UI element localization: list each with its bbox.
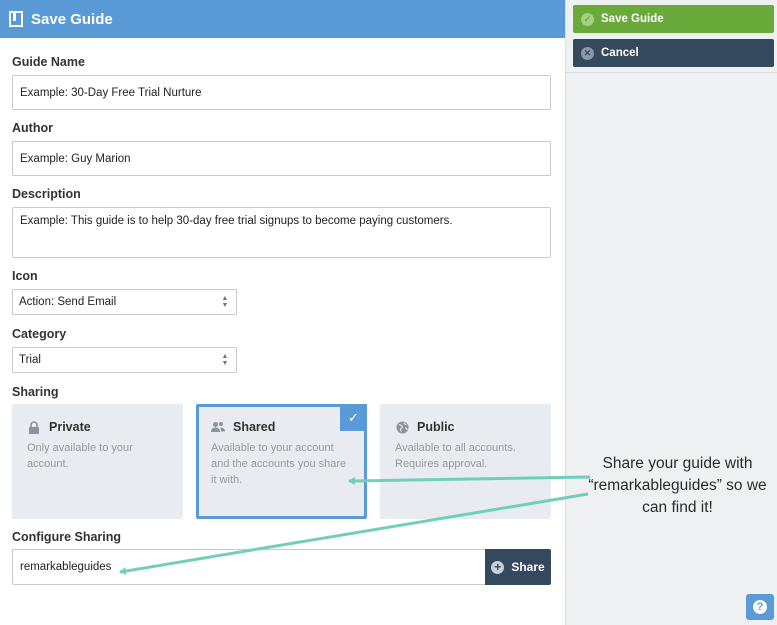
save-guide-label: Save Guide <box>601 13 664 25</box>
author-label: Author <box>12 121 53 135</box>
category-select-value: Trial <box>19 354 41 366</box>
plus-icon: + <box>491 560 505 574</box>
sharing-option-title: Public <box>417 420 455 434</box>
sharing-option-public[interactable]: Public Available to all accounts. Requir… <box>380 404 551 519</box>
sharing-option-private[interactable]: Private Only available to your account. <box>12 404 183 519</box>
guide-form-panel: Save Guide Guide Name Example: 30-Day Fr… <box>0 0 565 625</box>
cancel-label: Cancel <box>601 47 639 59</box>
check-circle-icon: ✓ <box>581 12 594 26</box>
users-icon <box>211 420 225 434</box>
sharing-option-title: Shared <box>233 420 276 434</box>
sharing-label: Sharing <box>12 385 59 399</box>
sharing-option-description: Available to all accounts. Requires appr… <box>395 442 516 470</box>
cancel-button[interactable]: ✕ Cancel <box>573 39 774 67</box>
share-account-input[interactable]: remarkableguides <box>12 549 486 585</box>
help-button[interactable]: ? <box>746 594 774 620</box>
question-icon: ? <box>753 600 767 614</box>
share-button-label: Share <box>511 560 545 574</box>
checkmark-icon: ✓ <box>340 404 367 431</box>
author-value: Example: Guy Marion <box>20 152 131 165</box>
guide-name-value: Example: 30-Day Free Trial Nurture <box>20 86 202 99</box>
description-value: Example: This guide is to help 30-day fr… <box>20 215 453 227</box>
sharing-option-description: Only available to your account. <box>27 442 133 470</box>
close-circle-icon: ✕ <box>581 46 594 60</box>
globe-icon <box>395 420 409 434</box>
author-input[interactable]: Example: Guy Marion <box>12 141 551 176</box>
guide-name-label: Guide Name <box>12 55 85 69</box>
actions-sidebar: ✓ Save Guide ✕ Cancel ? <box>565 0 777 625</box>
save-guide-screen: Save Guide Guide Name Example: 30-Day Fr… <box>0 0 777 625</box>
sidebar-divider <box>566 72 777 73</box>
save-guide-button[interactable]: ✓ Save Guide <box>573 5 774 33</box>
select-arrows-icon: ▲ ▼ <box>221 295 229 309</box>
guide-name-input[interactable]: Example: 30-Day Free Trial Nurture <box>12 75 551 110</box>
share-button[interactable]: + Share <box>485 549 551 585</box>
page-title: Save Guide <box>31 10 113 28</box>
icon-select[interactable]: Action: Send Email ▲ ▼ <box>12 289 237 315</box>
panel-header: Save Guide <box>0 0 565 38</box>
sharing-option-title: Private <box>49 420 91 434</box>
sharing-option-shared[interactable]: ✓ Shared Available to your account and t… <box>196 404 367 519</box>
select-arrows-icon: ▲ ▼ <box>221 353 229 367</box>
lock-icon <box>27 420 41 434</box>
category-select[interactable]: Trial ▲ ▼ <box>12 347 237 373</box>
book-icon <box>9 11 23 27</box>
configure-sharing-label: Configure Sharing <box>12 530 122 544</box>
description-label: Description <box>12 187 81 201</box>
icon-label: Icon <box>12 269 38 283</box>
share-account-value: remarkableguides <box>20 561 112 573</box>
icon-select-value: Action: Send Email <box>19 296 117 308</box>
description-textarea[interactable]: Example: This guide is to help 30-day fr… <box>12 207 551 258</box>
sharing-option-description: Available to your account and the accoun… <box>211 442 347 486</box>
annotation-callout: Share your guide with “remarkableguides”… <box>588 455 767 516</box>
category-label: Category <box>12 327 67 341</box>
